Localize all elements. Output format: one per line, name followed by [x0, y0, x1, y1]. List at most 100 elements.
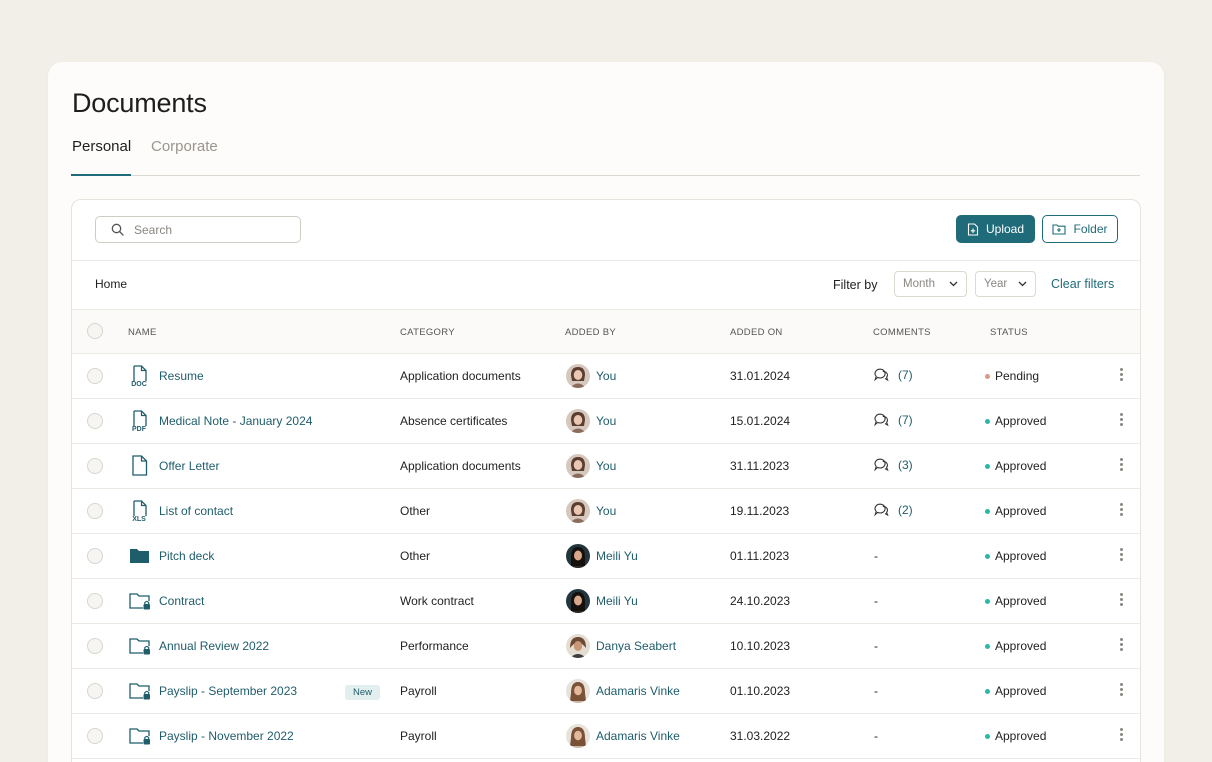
- chevron-down-icon: [1018, 281, 1027, 287]
- row-checkbox[interactable]: [87, 683, 103, 699]
- month-select[interactable]: Month: [894, 271, 967, 297]
- status-label: Approved: [995, 414, 1047, 428]
- comments-link[interactable]: (7): [874, 368, 913, 382]
- table-row[interactable]: Pitch deck Other Meili Yu 01.11.2023 - Approv…: [72, 534, 1140, 579]
- status-dot: [985, 373, 990, 379]
- svg-text:PDF: PDF: [132, 426, 147, 432]
- status-badge: Approved: [985, 729, 1046, 743]
- document-name-link[interactable]: List of contact: [159, 504, 233, 518]
- document-name-link[interactable]: Offer Letter: [159, 459, 219, 473]
- more-options-icon[interactable]: [1116, 683, 1126, 701]
- added-by-link[interactable]: Meili Yu: [596, 549, 638, 563]
- active-tab-indicator: [71, 174, 131, 176]
- status-badge: Approved: [985, 684, 1046, 698]
- added-by-link[interactable]: You: [596, 369, 616, 383]
- added-by-link[interactable]: Danya Seabert: [596, 639, 676, 653]
- more-options-icon[interactable]: [1116, 503, 1126, 521]
- row-checkbox[interactable]: [87, 548, 103, 564]
- added-by-link[interactable]: You: [596, 459, 616, 473]
- comment-icon: [874, 413, 889, 427]
- status-dot: [985, 553, 990, 559]
- comment-icon: [874, 503, 889, 517]
- table-row[interactable]: DOC Resume Application documents You 31.01.2…: [72, 354, 1140, 399]
- comments-empty: -: [874, 549, 878, 563]
- year-select-value: Year: [984, 278, 1008, 290]
- document-name-link[interactable]: Contract: [159, 594, 204, 608]
- upload-label: Upload: [985, 222, 1025, 236]
- column-header-status[interactable]: STATUS: [990, 327, 1028, 338]
- status-dot: [985, 733, 990, 739]
- more-options-icon[interactable]: [1116, 548, 1126, 566]
- added-by-link[interactable]: Adamaris Vinke: [596, 729, 680, 743]
- more-options-icon[interactable]: [1116, 728, 1126, 746]
- document-name-link[interactable]: Annual Review 2022: [159, 639, 269, 653]
- avatar: [566, 724, 590, 748]
- more-options-icon[interactable]: [1116, 368, 1126, 386]
- clear-filters-link[interactable]: Clear filters: [1051, 277, 1114, 291]
- comments-link[interactable]: (7): [874, 413, 913, 427]
- row-checkbox[interactable]: [87, 728, 103, 744]
- select-all-checkbox[interactable]: [87, 323, 103, 339]
- document-name-link[interactable]: Pitch deck: [159, 549, 214, 563]
- avatar: [566, 679, 590, 703]
- row-checkbox[interactable]: [87, 458, 103, 474]
- search-box[interactable]: [95, 216, 301, 243]
- chevron-down-icon: [949, 281, 958, 287]
- column-header-name[interactable]: NAME: [128, 327, 157, 338]
- document-name-link[interactable]: Medical Note - January 2024: [159, 414, 312, 428]
- comments-link[interactable]: (2): [874, 503, 913, 517]
- row-checkbox[interactable]: [87, 413, 103, 429]
- row-checkbox[interactable]: [87, 503, 103, 519]
- status-label: Approved: [995, 594, 1047, 608]
- tab-corporate[interactable]: Corporate: [151, 138, 218, 155]
- comment-count: (3): [898, 458, 913, 472]
- added-by-link[interactable]: Adamaris Vinke: [596, 684, 680, 698]
- added-on-cell: 31.11.2023: [730, 459, 790, 473]
- avatar: [566, 499, 590, 523]
- column-header-category[interactable]: CATEGORY: [400, 327, 455, 338]
- added-on-cell: 01.10.2023: [730, 684, 791, 698]
- more-options-icon[interactable]: [1116, 638, 1126, 656]
- page-title: Documents: [72, 88, 207, 118]
- document-name-link[interactable]: Payslip - November 2022: [159, 729, 294, 743]
- doc-file-icon: DOC: [129, 365, 151, 388]
- table-row[interactable]: Annual Review 2022 Performance Danya Seabe…: [72, 624, 1140, 669]
- more-options-icon[interactable]: [1116, 458, 1126, 476]
- added-by-link[interactable]: You: [596, 504, 616, 518]
- svg-text:XLS: XLS: [132, 516, 146, 522]
- more-options-icon[interactable]: [1116, 413, 1126, 431]
- category-cell: Application documents: [400, 459, 521, 473]
- row-checkbox[interactable]: [87, 593, 103, 609]
- comments-empty: -: [874, 729, 878, 743]
- table-row[interactable]: Payslip - September 2023 New Payroll Adamar…: [72, 669, 1140, 714]
- document-name-link[interactable]: Payslip - September 2023: [159, 684, 297, 698]
- status-label: Approved: [995, 639, 1047, 653]
- table-row[interactable]: PDF Medical Note - January 2024 Absence ce…: [72, 399, 1140, 444]
- table-row[interactable]: Payslip - November 2022 Payroll Adamaris V…: [72, 714, 1140, 759]
- comments-link[interactable]: (3): [874, 458, 913, 472]
- year-select[interactable]: Year: [975, 271, 1036, 297]
- table-row[interactable]: Contract Work contract Meili Yu 24.10.2023 -…: [72, 579, 1140, 624]
- table-row[interactable]: Offer Letter Application documents You 31.1…: [72, 444, 1140, 489]
- added-on-cell: 31.03.2022: [730, 729, 791, 743]
- status-label: Approved: [995, 504, 1047, 518]
- folder-plus-icon: [1052, 224, 1067, 235]
- document-name-link[interactable]: Resume: [159, 369, 204, 383]
- added-by-link[interactable]: You: [596, 414, 616, 428]
- more-options-icon[interactable]: [1116, 593, 1126, 611]
- status-badge: Approved: [985, 594, 1046, 608]
- tab-personal[interactable]: Personal: [72, 138, 131, 155]
- column-header-comments[interactable]: COMMENTS: [873, 327, 931, 338]
- table-row[interactable]: XLS List of contact Other You 19.11.2023 (2) A…: [72, 489, 1140, 534]
- new-folder-button[interactable]: Folder: [1042, 215, 1118, 243]
- added-by-link[interactable]: Meili Yu: [596, 594, 638, 608]
- status-dot: [985, 643, 990, 649]
- row-checkbox[interactable]: [87, 368, 103, 384]
- search-input[interactable]: [134, 221, 284, 239]
- status-badge: Approved: [985, 549, 1046, 563]
- row-checkbox[interactable]: [87, 638, 103, 654]
- column-header-added-on[interactable]: ADDED ON: [730, 327, 783, 338]
- upload-button[interactable]: Upload: [956, 215, 1035, 243]
- column-header-added-by[interactable]: ADDED BY: [565, 327, 616, 338]
- breadcrumb[interactable]: Home: [95, 277, 127, 291]
